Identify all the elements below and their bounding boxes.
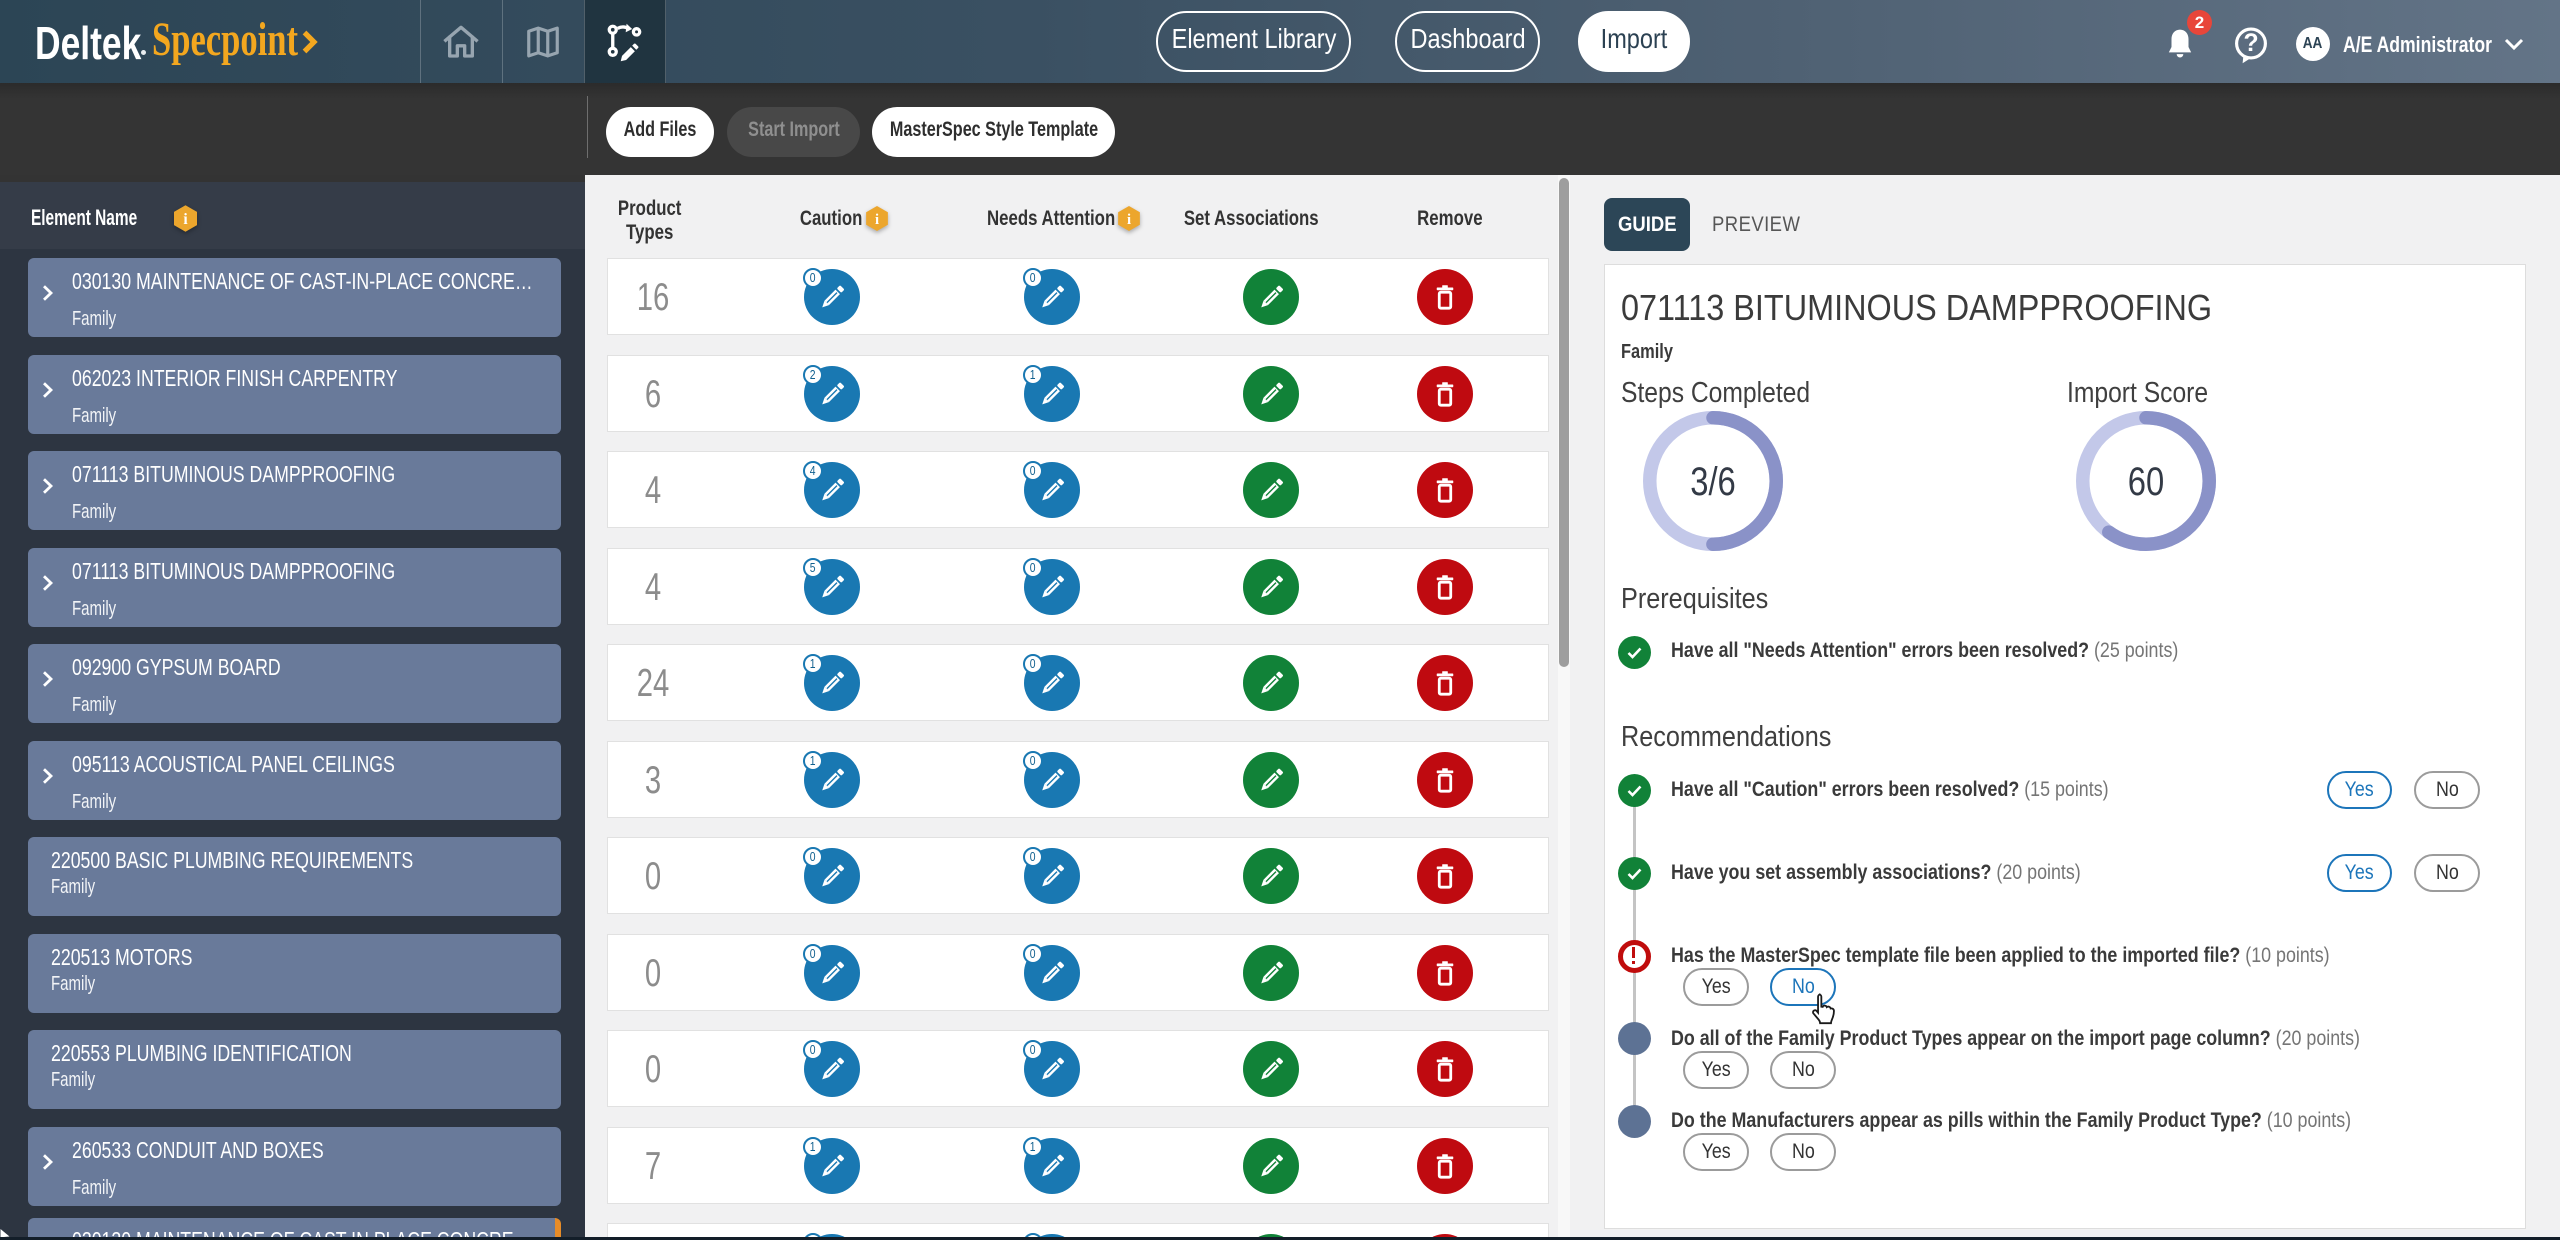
svg-text:3/6: 3/6 xyxy=(1690,459,1736,504)
svg-text:i: i xyxy=(1127,211,1131,227)
svg-text:i: i xyxy=(183,211,188,228)
svg-text:60: 60 xyxy=(2128,459,2164,504)
svg-text:i: i xyxy=(875,211,879,227)
svg-text:?: ? xyxy=(2243,30,2258,57)
